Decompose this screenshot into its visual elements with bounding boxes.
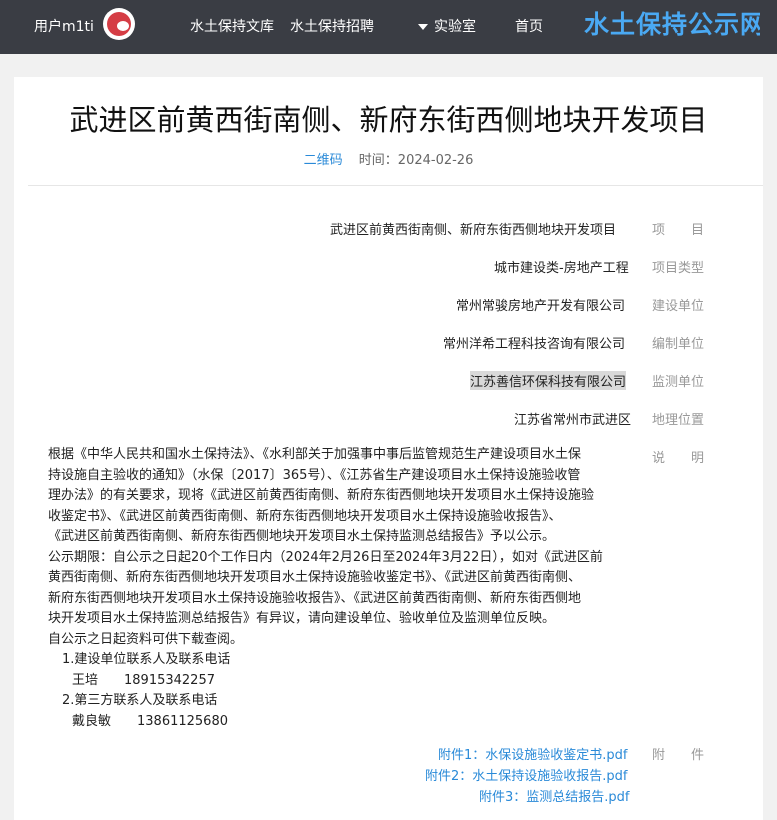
site-logo[interactable]: 水土保持公示网: [584, 8, 760, 42]
field-value: 常州洋希工程科技咨询有限公司: [443, 337, 626, 352]
desc-line: 公示期限：自公示之日起20个工作日内（2024年2月26日至2024年3月22日…: [48, 549, 603, 565]
article-card: 武进区前黄西街南侧、新府东街西侧地块开发项目 二维码 时间：2024-02-26…: [14, 77, 763, 820]
desc-label: 说 明: [652, 451, 705, 466]
chevron-down-icon: [418, 24, 428, 30]
nav-library[interactable]: 水土保持文库: [190, 17, 274, 37]
divider: [28, 185, 763, 186]
attach-label: 附 件: [652, 748, 705, 763]
qrcode-link[interactable]: 二维码: [304, 153, 343, 168]
field-value: 城市建设类-房地产工程: [494, 261, 629, 276]
attachment-link[interactable]: 附件2：水土保持设施验收报告.pdf: [425, 765, 627, 784]
desc-line: 戴良敏 13861125680: [72, 713, 228, 729]
desc-line: 王培 18915342257: [72, 672, 215, 688]
field-label: 监测单位: [652, 375, 705, 390]
desc-line: 块开发项目水土保持监测总结报告》有异议，请向建设单位、验收单位及监测单位反映。: [48, 611, 556, 626]
field-value: 江苏善信环保科技有限公司: [470, 371, 627, 390]
avatar-icon: [107, 12, 131, 36]
desc-line: 理办法》的有关要求，现将《武进区前黄西街南侧、新府东街西侧地块开发项目水土保持设…: [48, 488, 595, 503]
top-navbar: 用户m1ti 水土保持文库 水土保持招聘 实验室 首页 水土保持公示网: [0, 0, 777, 54]
page-title: 武进区前黄西街南侧、新府东街西侧地块开发项目: [69, 103, 708, 137]
desc-line: 新府东街西侧地块开发项目水土保持设施验收报告》、《武进区前黄西街南侧、新府东街西…: [48, 590, 582, 606]
field-label: 项目类型: [652, 261, 705, 276]
nav-lab-label: 实验室: [434, 19, 476, 35]
user-avatar[interactable]: [103, 8, 135, 40]
nav-lab[interactable]: 实验室: [418, 17, 476, 37]
description-text: 根据《中华人民共和国水土保持法》、《水利部关于加强事中事后监管规范生产建设项目水…: [48, 445, 640, 732]
field-value: 常州常骏房地产开发有限公司: [456, 299, 626, 314]
nav-home[interactable]: 首页: [515, 17, 543, 37]
desc-line: 根据《中华人民共和国水土保持法》、《水利部关于加强事中事后监管规范生产建设项目水…: [48, 447, 582, 462]
attachment-link[interactable]: 附件3：监测总结报告.pdf: [479, 786, 629, 805]
desc-line: 自公示之日起资料可供下载查阅。: [48, 631, 244, 647]
desc-line: 《武进区前黄西街南侧、新府东街西侧地块开发项目水土保持监测总结报告》予以公示。: [48, 529, 556, 544]
field-value: 江苏省常州市武进区: [514, 413, 632, 428]
desc-line: 黄西街南侧、新府东街西侧地块开发项目水土保持设施验收鉴定书》、《武进区前黄西街南…: [48, 570, 582, 585]
field-label: 项 目: [652, 223, 705, 238]
field-value: 武进区前黄西街南侧、新府东街西侧地块开发项目: [330, 223, 617, 238]
desc-line: 持设施自主验收的通知》（水保〔2017〕365号）、《江苏省生产建设项目水土保持…: [48, 467, 581, 483]
nav-recruit[interactable]: 水土保持招聘: [290, 17, 374, 37]
attachment-link[interactable]: 附件1：水保设施验收鉴定书.pdf: [438, 744, 627, 763]
desc-line: 收鉴定书》、《武进区前黄西街南侧、新府东街西侧地块开发项目水土保持设施验收报告》…: [48, 508, 562, 524]
desc-line: 1.建设单位联系人及联系电话: [62, 652, 231, 667]
user-name[interactable]: 用户m1ti: [34, 17, 94, 37]
desc-line: 2.第三方联系人及联系电话: [62, 693, 218, 708]
field-label: 建设单位: [652, 299, 705, 314]
field-label: 地理位置: [652, 413, 705, 428]
field-label: 编制单位: [652, 337, 705, 352]
article-meta: 二维码 时间：2024-02-26: [14, 152, 763, 170]
publish-time: 时间：2024-02-26: [358, 153, 474, 168]
